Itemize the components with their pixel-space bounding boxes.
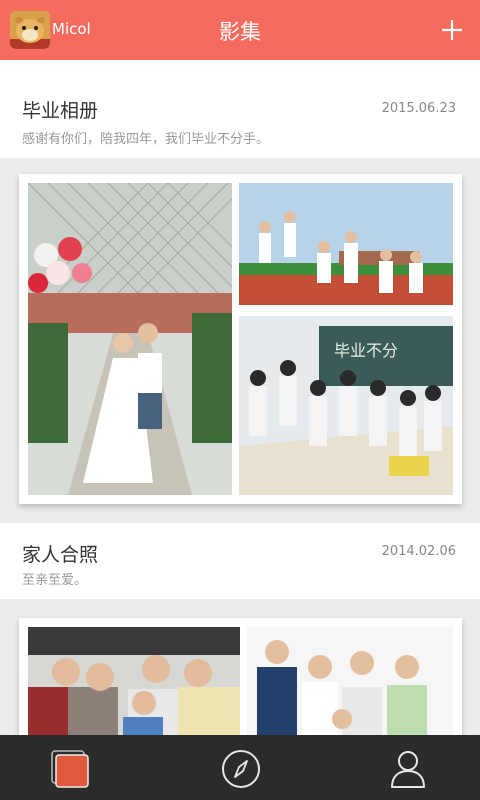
photo-family-two[interactable] [247, 627, 453, 748]
classroom-group-photo: 毕业不分 [239, 316, 453, 495]
compass-icon [222, 750, 260, 788]
page-title: 影集 [219, 20, 261, 44]
album-header-family[interactable]: 家人合照 2014.02.06 至亲至爱。 [0, 523, 480, 599]
tab-discover[interactable] [219, 747, 263, 791]
album-date: 2015.06.23 [381, 101, 456, 116]
family-group-photo [247, 627, 453, 748]
album-photo-card-family[interactable] [19, 618, 462, 748]
album-photo-card-graduation[interactable]: 毕业不分 [19, 174, 462, 504]
add-album-button[interactable] [440, 18, 464, 42]
album-header-graduation[interactable]: 毕业相册 2015.06.23 感谢有你们，陪我四年，我们毕业不分手。 [0, 60, 480, 158]
albums-icon [51, 750, 89, 788]
album-title: 毕业相册 [22, 100, 99, 122]
album-description: 至亲至爱。 [22, 573, 88, 588]
graduates-jumping-photo [239, 183, 453, 305]
photo-group-jumping[interactable] [239, 183, 453, 305]
album-date: 2014.02.06 [381, 544, 456, 559]
photo-classroom[interactable]: 毕业不分 [239, 316, 453, 495]
tab-profile[interactable] [386, 747, 430, 791]
photo-couple-by-fence[interactable] [28, 183, 232, 495]
bottom-tab-bar [0, 735, 480, 800]
album-title: 家人合照 [22, 544, 99, 566]
tab-albums[interactable] [48, 747, 92, 791]
album-description: 感谢有你们，陪我四年，我们毕业不分手。 [22, 132, 270, 147]
app-header: Micol 影集 [0, 0, 480, 60]
family-group-photo [28, 627, 240, 748]
svg-text:毕业不分: 毕业不分 [334, 341, 398, 360]
photo-family-one[interactable] [28, 627, 240, 748]
wedding-couple-photo [28, 183, 232, 495]
plus-icon [442, 20, 462, 40]
profile-icon [391, 751, 425, 788]
